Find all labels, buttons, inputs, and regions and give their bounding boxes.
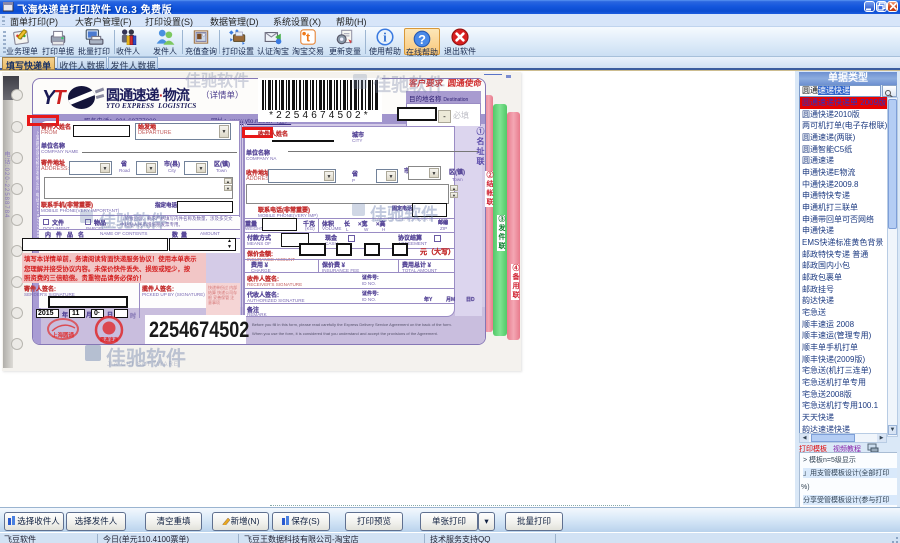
svg-text:i: i bbox=[383, 30, 387, 44]
svg-text:上海圆通: 上海圆通 bbox=[52, 331, 75, 339]
svg-text:t: t bbox=[306, 30, 310, 44]
svg-text:?: ? bbox=[418, 32, 426, 47]
